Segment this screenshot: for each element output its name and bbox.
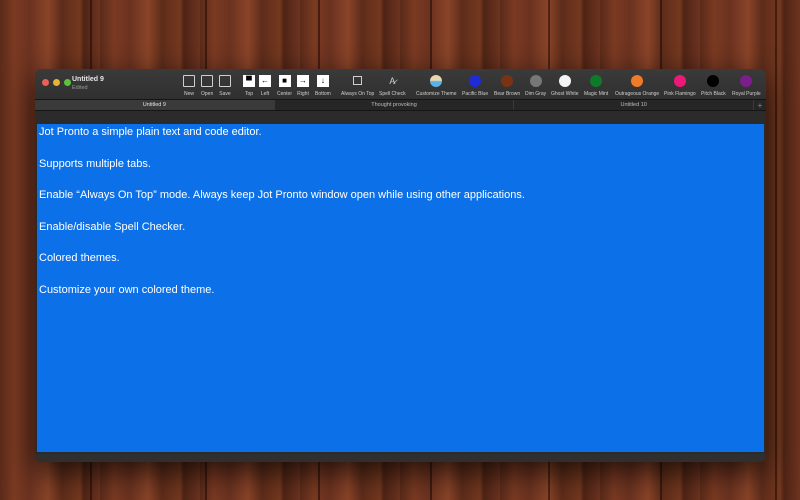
left-button[interactable]: ← Left bbox=[259, 72, 271, 97]
theme-ghost-white[interactable]: Ghost White bbox=[551, 72, 579, 97]
editor-line: Enable “Always On Top” mode. Always keep… bbox=[39, 189, 525, 202]
bottom-button[interactable]: ↓ Bottom bbox=[315, 72, 331, 97]
always-on-top-toggle[interactable]: Always On Top bbox=[341, 72, 374, 97]
center-square-icon: ■ bbox=[278, 74, 291, 87]
tab-untitled-9[interactable]: Untitled 9 bbox=[35, 100, 275, 110]
editor-line: Jot Pronto a simple plain text and code … bbox=[39, 126, 262, 138]
outrageous-orange-swatch bbox=[631, 74, 644, 87]
window-icon bbox=[353, 76, 363, 85]
spell-check-icon: A̷ bbox=[389, 75, 396, 86]
left-arrow-icon: ← bbox=[259, 74, 271, 87]
theme-pitch-black[interactable]: Pitch Black bbox=[701, 72, 726, 97]
editor-line: Supports multiple tabs. bbox=[39, 157, 151, 170]
status-bar bbox=[35, 454, 766, 462]
new-button[interactable]: New bbox=[183, 72, 195, 97]
zoom-icon[interactable] bbox=[64, 79, 71, 86]
theme-outrageous-orange[interactable]: Outrageous Orange bbox=[615, 72, 659, 97]
bottom-arrow-icon: ↓ bbox=[316, 74, 329, 87]
theme-customize[interactable]: Customize Theme bbox=[416, 72, 456, 97]
center-button[interactable]: ■ Center bbox=[277, 72, 292, 97]
top-arrow-icon: ▀ bbox=[243, 74, 255, 87]
pacific-blue-swatch bbox=[469, 74, 482, 87]
document-status: Edited bbox=[72, 85, 88, 91]
magic-mint-swatch bbox=[590, 74, 603, 87]
window-controls bbox=[42, 79, 71, 86]
text-editor[interactable]: Jot Pronto a simple plain text and code … bbox=[37, 124, 764, 452]
royal-purple-swatch bbox=[740, 74, 753, 87]
right-arrow-icon: → bbox=[297, 74, 309, 87]
editor-line: Colored themes. bbox=[39, 252, 120, 265]
new-document-icon bbox=[183, 74, 195, 87]
save-icon bbox=[219, 74, 231, 87]
title-bar: Untitled 9 Edited New Open Save ▀ Top ← … bbox=[35, 69, 766, 99]
document-title: Untitled 9 bbox=[72, 76, 104, 83]
editor-line: Enable/disable Spell Checker. bbox=[39, 220, 186, 233]
tab-bar: Untitled 9 Thought provoking Untitled 10… bbox=[35, 99, 766, 111]
open-folder-icon bbox=[201, 74, 214, 87]
theme-royal-purple[interactable]: Royal Purple bbox=[732, 72, 761, 97]
add-tab-button[interactable]: + bbox=[754, 100, 766, 110]
theme-bear-brown[interactable]: Bear Brown bbox=[494, 72, 520, 97]
spell-check-toggle[interactable]: A̷ Spell Check bbox=[379, 72, 406, 98]
ghost-white-swatch bbox=[558, 74, 571, 87]
customize-theme-swatch bbox=[430, 74, 443, 87]
theme-dim-gray[interactable]: Dim Gray bbox=[525, 72, 546, 97]
save-button[interactable]: Save bbox=[219, 72, 231, 97]
pitch-black-swatch bbox=[707, 74, 720, 87]
theme-magic-mint[interactable]: Magic Mint bbox=[584, 72, 608, 97]
editor-line: Customize your own colored theme. bbox=[39, 283, 215, 296]
bear-brown-swatch bbox=[501, 74, 514, 87]
close-icon[interactable] bbox=[42, 79, 49, 86]
open-button[interactable]: Open bbox=[201, 72, 213, 97]
right-button[interactable]: → Right bbox=[297, 72, 309, 97]
top-button[interactable]: ▀ Top bbox=[243, 72, 255, 97]
theme-pacific-blue[interactable]: Pacific Blue bbox=[462, 72, 488, 97]
pink-flamingo-swatch bbox=[673, 74, 686, 87]
app-window: Untitled 9 Edited New Open Save ▀ Top ← … bbox=[35, 69, 766, 462]
minimize-icon[interactable] bbox=[53, 79, 60, 86]
tab-thought-provoking[interactable]: Thought provoking bbox=[274, 100, 515, 110]
tab-untitled-10[interactable]: Untitled 10 bbox=[514, 100, 755, 110]
dim-gray-swatch bbox=[529, 74, 542, 87]
theme-pink-flamingo[interactable]: Pink Flamingo bbox=[664, 72, 696, 97]
